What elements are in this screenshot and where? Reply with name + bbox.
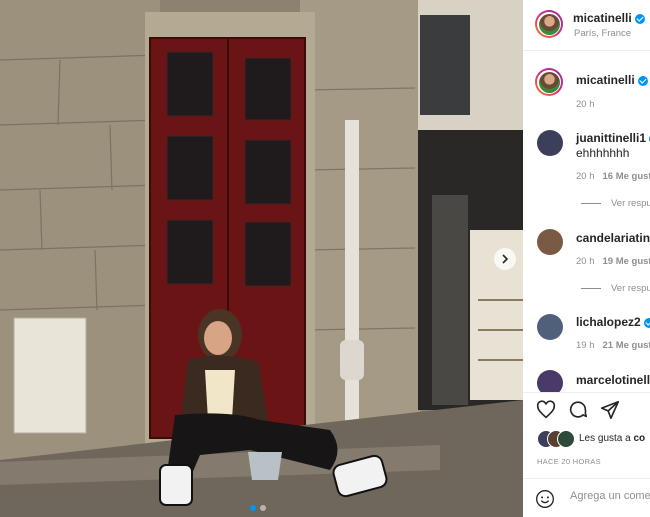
comment-username-row: juanittinelli1: [576, 131, 650, 145]
comment-input[interactable]: [568, 489, 650, 503]
post-actions: [523, 392, 650, 425]
likes-name[interactable]: co: [633, 433, 645, 444]
caption-username[interactable]: micatinelli: [576, 73, 635, 87]
author-avatar[interactable]: [535, 10, 563, 38]
likes-text: Les gusta a co: [579, 433, 645, 444]
comment-time[interactable]: 20 h: [576, 171, 595, 182]
liker-avatar: [557, 430, 575, 448]
add-comment-bar: [523, 478, 650, 517]
comment-username[interactable]: juanittinelli1: [576, 131, 646, 145]
caption-avatar[interactable]: [535, 68, 563, 96]
likes-prefix: Les gusta a: [579, 433, 634, 444]
emoji-icon[interactable]: [535, 489, 555, 509]
comment-text: ehhhhhhh: [576, 146, 630, 160]
comment-avatar[interactable]: [537, 130, 563, 156]
heart-icon[interactable]: [535, 399, 557, 421]
comment-time[interactable]: 19 h: [576, 340, 595, 351]
caption-time[interactable]: 20 h: [576, 99, 595, 110]
comment-username[interactable]: candelariatinel: [576, 231, 650, 245]
caption-row: micatinelli s: [576, 73, 650, 87]
view-replies-link[interactable]: Ver respu: [581, 283, 650, 294]
view-replies-link[interactable]: Ver respu: [581, 198, 650, 209]
verified-icon: [637, 75, 648, 86]
chevron-right-icon: [502, 254, 509, 264]
carousel-dot-active: [250, 505, 256, 511]
comment-icon[interactable]: [567, 399, 589, 421]
post-header: micatinelli • París, France: [523, 0, 650, 51]
comment-avatar[interactable]: [537, 314, 563, 340]
verified-icon: [634, 13, 645, 24]
verified-icon: [643, 317, 650, 328]
share-icon[interactable]: [599, 399, 621, 421]
post-sidebar: micatinelli • París, France micatinelli …: [523, 0, 650, 517]
author-username[interactable]: micatinelli: [573, 11, 632, 25]
comment-likes[interactable]: 19 Me gust: [603, 256, 650, 267]
comment-meta: 20 h 19 Me gust: [576, 256, 650, 267]
carousel-next-button[interactable]: [494, 248, 516, 270]
street-photo-illustration: [0, 0, 523, 517]
comment-username[interactable]: lichalopez2: [576, 315, 641, 329]
post-location[interactable]: París, France: [574, 28, 631, 39]
post-time-ago[interactable]: HACE 20 HORAS: [537, 457, 601, 466]
comment-username[interactable]: marcelotinelli: [576, 373, 650, 387]
comment-meta: 20 h 16 Me gust: [576, 171, 650, 182]
author-username-row[interactable]: micatinelli •: [573, 11, 650, 25]
carousel-dot: [260, 505, 266, 511]
comment-likes[interactable]: 21 Me gust: [603, 340, 650, 351]
comment-username-row: lichalopez2: [576, 315, 650, 329]
comment-time[interactable]: 20 h: [576, 256, 595, 267]
comment-meta: 19 h 21 Me gust: [576, 340, 650, 351]
comment-avatar[interactable]: [537, 229, 563, 255]
comment-likes[interactable]: 16 Me gust: [603, 171, 650, 182]
carousel-dots: [250, 505, 266, 511]
post-photo[interactable]: [0, 0, 523, 517]
